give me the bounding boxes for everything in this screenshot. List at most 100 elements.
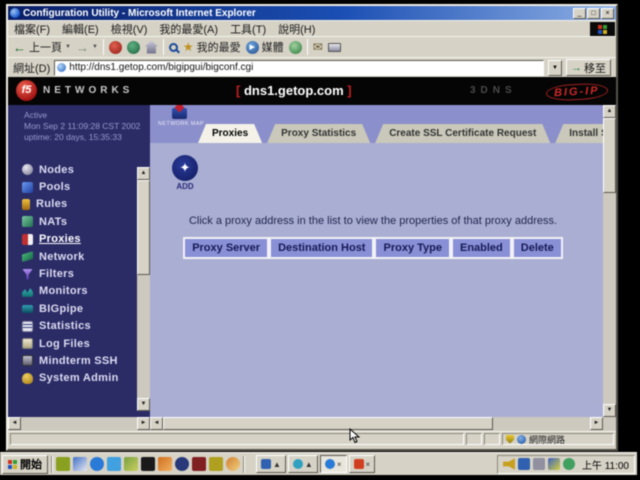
scroll-up-icon[interactable]: ▲	[137, 167, 150, 180]
address-input[interactable]: http://dns1.getop.com/bigipgui/bigconf.c…	[54, 60, 544, 76]
sidebar-item-system-admin[interactable]: System Admin	[8, 370, 150, 387]
home-icon[interactable]	[145, 41, 158, 54]
sidebar: Active Mon Sep 2 11:09:28 CST 2002 uptim…	[8, 105, 150, 417]
quick-launch-icon-8[interactable]	[175, 457, 189, 471]
sidebar-item-rules[interactable]: Rules	[8, 196, 150, 213]
scrollbar-thumb[interactable]	[137, 180, 150, 275]
network-tray-icon[interactable]	[563, 458, 575, 470]
content-hscrollbar[interactable]: ◄ ►	[150, 417, 616, 431]
media-button[interactable]: ▶ 媒體	[246, 39, 284, 55]
maximize-button[interactable]: □	[587, 8, 600, 19]
go-arrow-icon: →	[571, 62, 582, 74]
scroll-down-icon[interactable]: ▼	[603, 404, 616, 417]
refresh-icon[interactable]	[127, 41, 140, 54]
quick-launch-icon-6[interactable]	[141, 457, 155, 471]
quick-launch-icon-1[interactable]	[56, 457, 70, 471]
forward-button[interactable]: → ▼	[76, 40, 98, 55]
quick-launch-icon-11[interactable]	[226, 457, 240, 471]
quick-launch-icon-5[interactable]	[124, 457, 138, 471]
sidebar-item-nats[interactable]: NATs	[8, 213, 150, 230]
display-icon[interactable]	[518, 458, 530, 470]
f5-logo: f5 NETWORKS	[16, 80, 133, 101]
column-header-proxy-type[interactable]: Proxy Type	[374, 237, 451, 259]
back-button[interactable]: ← 上一頁 ▼	[13, 39, 71, 55]
column-header-destination-host[interactable]: Destination Host	[269, 237, 374, 259]
sidebar-item-network[interactable]: Network	[8, 248, 150, 265]
tab-create-ssl-certificate-request[interactable]: Create SSL Certificate Request	[375, 124, 550, 143]
sidebar-item-statistics[interactable]: Statistics	[8, 318, 150, 335]
menu-tools[interactable]: 工具(T)	[230, 21, 266, 37]
main-row: Active Mon Sep 2 11:09:28 CST 2002 uptim…	[8, 105, 616, 417]
column-header-proxy-server[interactable]: Proxy Server	[183, 237, 269, 259]
scroll-right-icon[interactable]: ►	[590, 417, 603, 430]
taskbar-window-buttons: ▲ ▲ × ×	[256, 455, 375, 473]
f5-logo-icon: f5	[16, 80, 37, 101]
favorites-button[interactable]: ★ 我的最愛	[183, 39, 241, 55]
stop-icon[interactable]	[109, 41, 122, 54]
sidebar-item-filters[interactable]: Filters	[8, 265, 150, 282]
go-button[interactable]: → 移至	[566, 59, 611, 76]
history-icon[interactable]	[289, 41, 302, 54]
scroll-left-icon[interactable]: ◄	[150, 417, 163, 430]
scrollbar-thumb[interactable]	[163, 417, 493, 430]
tab-proxy-statistics[interactable]: Proxy Statistics	[267, 124, 370, 143]
bigip-logo: BIG-IP	[546, 82, 608, 101]
quick-launch-icon-4[interactable]	[107, 457, 121, 471]
scroll-right-icon[interactable]: ►	[137, 417, 150, 430]
sidebar-scrollbar[interactable]: ▲ ▼	[137, 167, 150, 411]
add-proxy-button[interactable]: ✦ ADD	[170, 155, 200, 191]
search-button[interactable]	[169, 43, 178, 52]
close-button[interactable]: ×	[601, 8, 614, 19]
tab-proxies[interactable]: Proxies	[198, 124, 262, 143]
quick-launch-icon-10[interactable]	[209, 457, 223, 471]
volume-icon[interactable]	[503, 458, 515, 470]
scroll-down-icon[interactable]: ▼	[137, 398, 150, 411]
sidebar-item-pools[interactable]: Pools	[8, 178, 150, 195]
menu-favorites[interactable]: 我的最愛(A)	[159, 21, 218, 37]
content-scrollbar[interactable]: ▲ ▼	[603, 105, 616, 417]
nodes-icon	[22, 164, 33, 175]
menu-file[interactable]: 檔案(F)	[14, 21, 50, 37]
menu-bar: 檔案(F) 編輯(E) 檢視(V) 我的最愛(A) 工具(T) 說明(H)	[8, 20, 616, 36]
sidebar-item-nodes[interactable]: Nodes	[8, 161, 150, 178]
taskbar-button-4[interactable]: ×	[349, 455, 376, 473]
address-dropdown-button[interactable]: ▼	[548, 60, 562, 76]
column-header-delete[interactable]: Delete	[512, 237, 563, 259]
quick-launch-icon-2[interactable]	[73, 457, 87, 471]
ie-throbber	[590, 22, 615, 36]
mindterm-ssh-icon	[22, 355, 33, 366]
scrollbar-thumb[interactable]	[603, 118, 616, 193]
quick-launch-icon-3[interactable]	[90, 457, 104, 471]
tray-icon-4[interactable]	[548, 458, 560, 470]
column-header-enabled[interactable]: Enabled	[451, 237, 512, 259]
mail-icon[interactable]: ✉	[313, 41, 323, 53]
taskbar-button-2[interactable]: ▲	[288, 455, 318, 473]
scroll-left-icon[interactable]: ◄	[8, 417, 21, 430]
menu-edit[interactable]: 編輯(E)	[62, 21, 99, 37]
sidebar-item-mindterm-ssh[interactable]: Mindterm SSH	[8, 352, 150, 369]
sidebar-item-log-files[interactable]: Log Files	[8, 335, 150, 352]
menu-view[interactable]: 檢視(V)	[111, 21, 148, 37]
scroll-up-icon[interactable]: ▲	[603, 105, 616, 118]
tab-install-ssl-certificate[interactable]: Install SSL Certif	[555, 124, 604, 143]
menu-help[interactable]: 說明(H)	[278, 21, 315, 37]
taskbar-button-3[interactable]: ×	[320, 455, 347, 473]
start-button[interactable]: 開始	[2, 455, 48, 474]
print-icon[interactable]	[328, 43, 341, 52]
quick-launch-icon-7[interactable]	[158, 457, 172, 471]
add-plus-icon: ✦	[172, 155, 198, 181]
sidebar-item-bigpipe[interactable]: BIGpipe	[8, 300, 150, 317]
taskbar-button-1[interactable]: ▲	[256, 455, 286, 473]
sidebar-hscrollbar[interactable]: ◄ ►	[8, 417, 150, 431]
network-map-button[interactable]: NETWORK MAP	[158, 108, 200, 127]
sidebar-item-monitors[interactable]: Monitors	[8, 283, 150, 300]
status-pane	[484, 433, 500, 445]
3dns-label: 3DNS	[470, 85, 517, 96]
tray-icon-3[interactable]	[533, 458, 545, 470]
system-admin-icon	[22, 373, 33, 384]
sidebar-item-proxies[interactable]: Proxies	[8, 231, 150, 248]
quick-launch-icon-9[interactable]	[192, 457, 206, 471]
minimize-button[interactable]: _	[573, 8, 586, 19]
page-icon	[57, 63, 66, 72]
toolbar-separator	[163, 39, 164, 55]
